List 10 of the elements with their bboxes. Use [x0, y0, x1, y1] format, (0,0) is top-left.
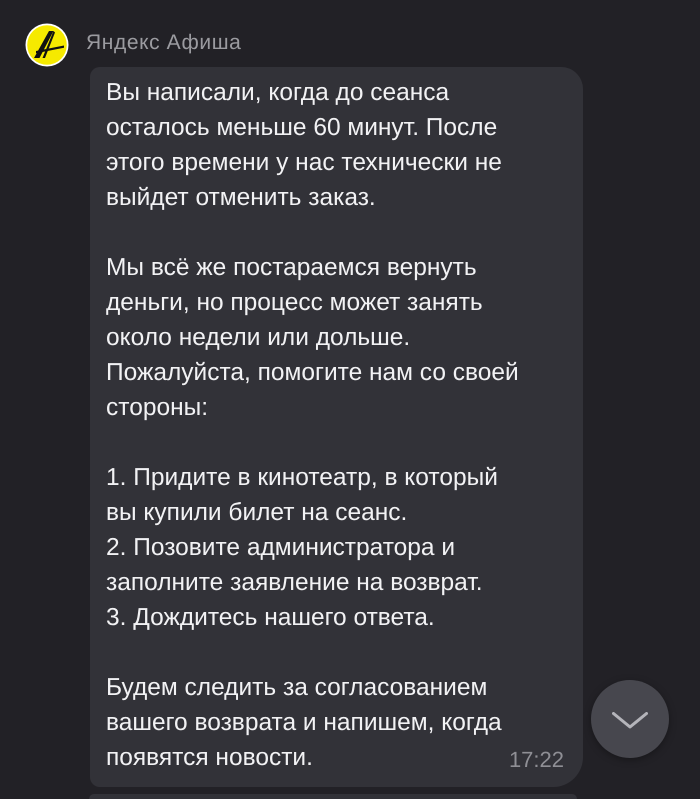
sender-name: Яндекс Афиша — [86, 31, 242, 55]
list-item: 2. Позовите администратора и заполните заявление на возврат. — [106, 533, 483, 598]
message-paragraph: Будем следить за согласованием вашего возврата и напишем, когда появятся новости. — [106, 673, 502, 773]
list-item: 1. Придите в кинотеатр, в который вы купили билет на сеанс. — [106, 463, 498, 528]
message-paragraph: Мы всё же постараемся вернуть деньги, но процесс может занять около недели или дольше. Пожалуйста, помогите нам со своей стороны: — [106, 253, 519, 423]
message-paragraph: Вы написали, когда до сеанса осталось меньше 60 минут. После этого времени у нас технически не выйдет отменить заказ. — [106, 78, 502, 213]
list-item: 3. Дождитесь нашего ответа. — [106, 603, 435, 633]
logo-avatar-icon — [25, 23, 69, 67]
message-time: 17:22 — [508, 748, 564, 772]
chevron-down-icon — [612, 712, 648, 728]
